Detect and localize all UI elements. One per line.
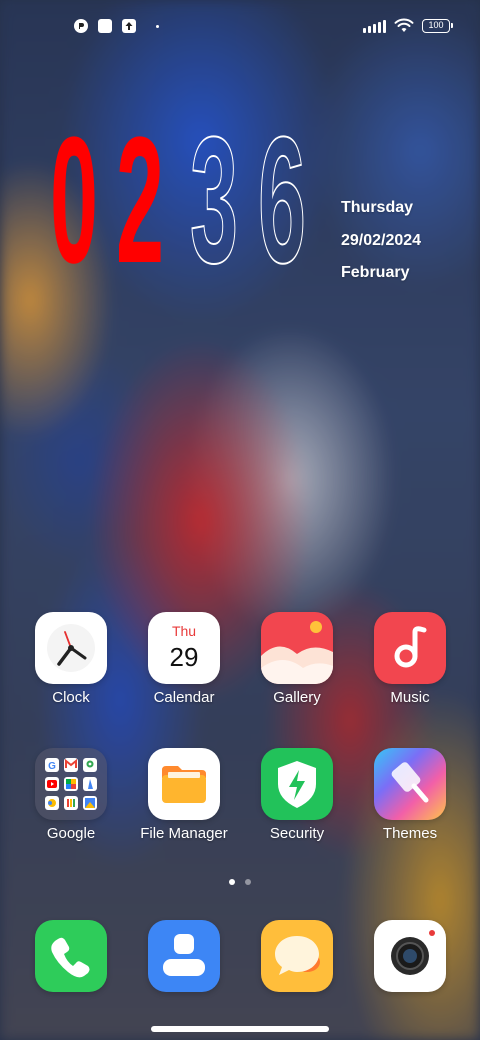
app-label: Security — [269, 825, 325, 842]
gallery-app-icon — [261, 612, 333, 684]
minute-digit-1: 3 — [190, 120, 238, 268]
google-folder-icon: G — [35, 748, 107, 820]
app-label: File Manager — [140, 825, 228, 842]
page-dot[interactable] — [245, 879, 251, 885]
clock-app-icon — [35, 612, 107, 684]
phone-app-icon[interactable] — [35, 920, 107, 992]
app-gallery[interactable]: Gallery — [241, 612, 353, 706]
hour-digit-1: 0 — [50, 120, 98, 268]
app-label: Clock — [52, 689, 90, 706]
file-manager-app-icon — [148, 748, 220, 820]
date-label: 29/02/2024 — [341, 231, 422, 249]
music-app-icon — [374, 612, 446, 684]
messages-app-icon[interactable] — [261, 920, 333, 992]
calendar-day-label: Thu — [171, 623, 197, 639]
app-clock[interactable]: Clock — [15, 612, 127, 706]
svg-text:G: G — [48, 761, 56, 772]
app-file-manager[interactable]: File Manager — [128, 748, 240, 842]
app-label: Themes — [382, 825, 438, 842]
app-calendar[interactable]: Thu 29 Calendar — [128, 612, 240, 706]
date-block: Thursday 29/02/2024 February — [341, 192, 421, 290]
app-label: Music — [390, 689, 430, 706]
security-app-icon — [261, 748, 333, 820]
minute-digit-2: 6 — [258, 120, 306, 268]
hour-digit-2: 2 — [116, 120, 164, 268]
app-themes[interactable]: Themes — [354, 748, 466, 842]
app-label: Gallery — [273, 689, 321, 706]
camera-app-icon[interactable] — [374, 920, 446, 992]
calendar-date-label: 29 — [169, 642, 199, 672]
themes-app-icon — [374, 748, 446, 820]
home-gesture-bar[interactable] — [151, 1026, 329, 1032]
app-music[interactable]: Music — [354, 612, 466, 706]
app-label: Calendar — [153, 689, 215, 706]
weekday-label: Thursday — [341, 199, 414, 216]
big-time-display: 0 2 3 6 — [50, 120, 307, 268]
month-label: February — [341, 264, 410, 281]
app-label: Google — [46, 825, 96, 842]
clock-widget[interactable]: 0 2 3 6 Thursday 29/02/2024 February — [0, 0, 480, 300]
app-google-folder[interactable]: G Google — [15, 748, 127, 842]
page-indicator[interactable] — [0, 879, 480, 885]
app-security[interactable]: Security — [241, 748, 353, 842]
calendar-app-icon: Thu 29 — [148, 612, 220, 684]
contacts-app-icon[interactable] — [148, 920, 220, 992]
page-dot-active[interactable] — [229, 879, 235, 885]
